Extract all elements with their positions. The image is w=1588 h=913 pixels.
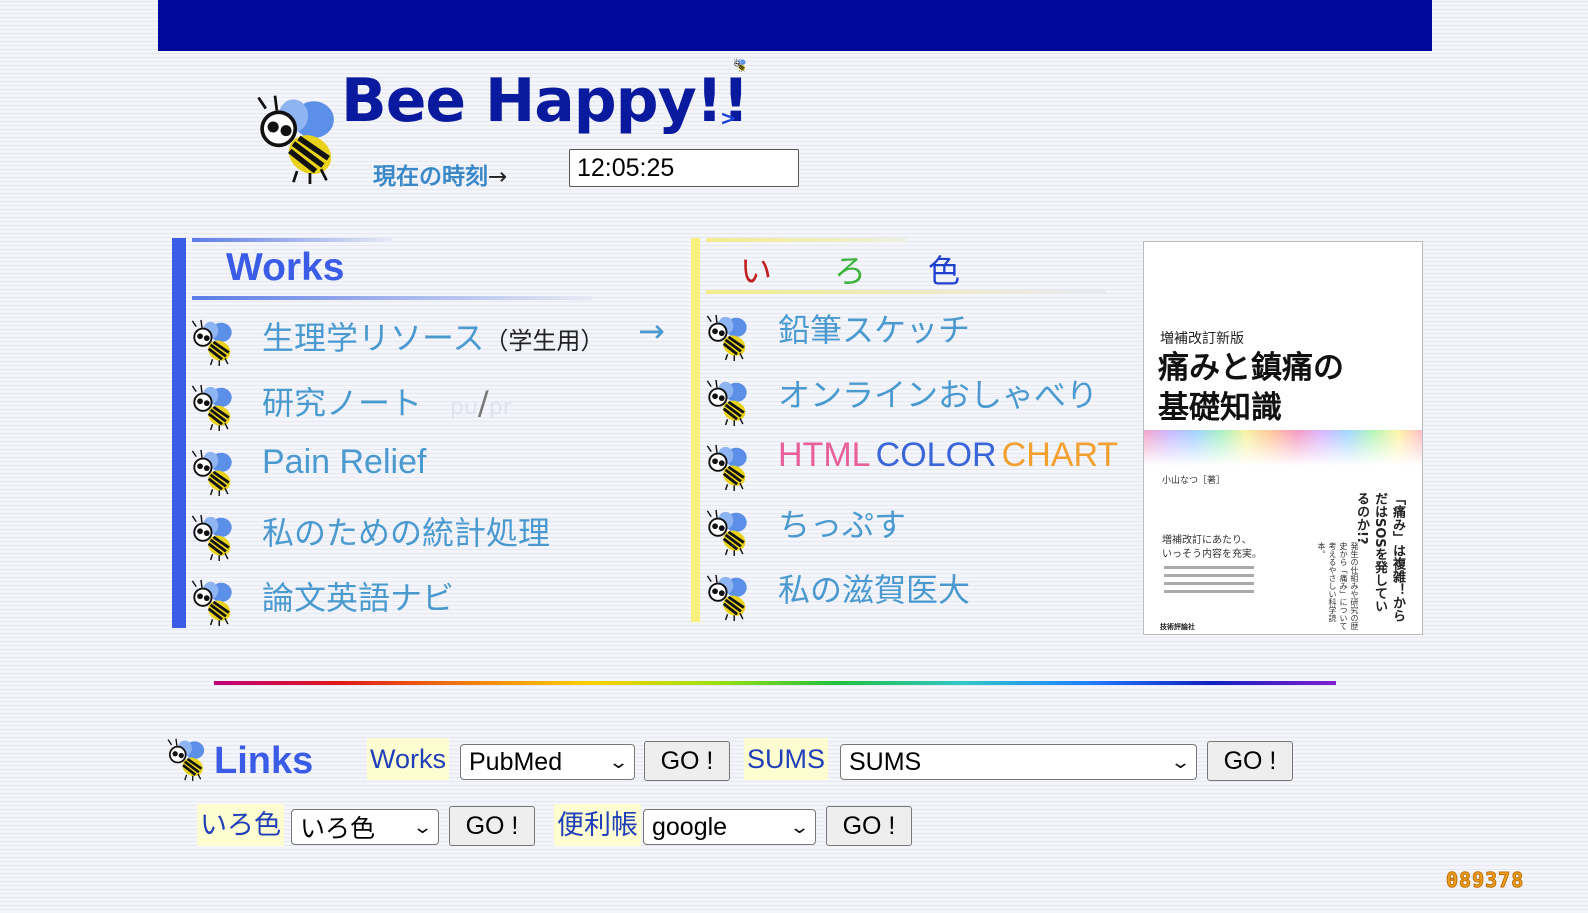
bee-icon bbox=[190, 383, 236, 431]
bee-icon bbox=[705, 508, 751, 556]
sums-select[interactable]: SUMS ⌄ bbox=[840, 744, 1197, 780]
bee-icon bbox=[705, 573, 751, 621]
iro-divider-bottom bbox=[706, 290, 1106, 294]
iro-divider-top bbox=[706, 238, 906, 242]
works-heading: Works bbox=[226, 246, 345, 289]
bee-icon bbox=[190, 578, 236, 626]
bee-icon bbox=[705, 378, 751, 426]
current-time-label: 現在の時刻→ bbox=[373, 164, 508, 190]
bee-icon bbox=[190, 448, 236, 496]
site-title: Bee Happy!! bbox=[341, 66, 749, 136]
works-arrow-link[interactable]: → bbox=[638, 312, 665, 350]
book-title: 痛みと鎮痛の 基礎知識 bbox=[1158, 350, 1344, 426]
book-cover-link[interactable]: 増補改訂新版 痛みと鎮痛の 基礎知識 小山なつ［著］ 増補改訂にあたり、 いっそう内… bbox=[1143, 241, 1423, 635]
pu-pr-link[interactable]: pu/pr bbox=[450, 384, 512, 422]
book-vertical-catch: 「痛み」は複雑！からだはSOSを発しているのか!? bbox=[1354, 492, 1405, 622]
benricho-chip: 便利帳 bbox=[554, 804, 641, 846]
book-bullet-lines bbox=[1164, 566, 1254, 598]
works-chip: Works bbox=[367, 738, 450, 780]
rainbow-divider bbox=[214, 681, 1336, 685]
iro-item-html-color-chart[interactable]: HTML COLOR CHART bbox=[778, 436, 1118, 475]
works-sidebar-bar bbox=[172, 238, 186, 628]
chevron-down-icon: ⌄ bbox=[411, 816, 434, 837]
bee-icon bbox=[190, 513, 236, 561]
works-divider-bottom bbox=[192, 296, 592, 300]
time-arrow-icon: → bbox=[488, 164, 508, 190]
chevron-down-icon: ⌄ bbox=[788, 816, 811, 837]
title-arrow-link[interactable]: > bbox=[720, 106, 737, 130]
works-divider-top bbox=[192, 238, 392, 242]
book-publisher: 技術評論社 bbox=[1160, 623, 1195, 631]
top-banner bbox=[158, 0, 1432, 51]
works-select[interactable]: PubMed ⌄ bbox=[460, 744, 635, 780]
bee-icon bbox=[190, 318, 236, 366]
chevron-down-icon: ⌄ bbox=[1169, 751, 1192, 772]
visitor-counter: 089378 bbox=[1445, 868, 1525, 893]
works-item-pain-relief[interactable]: Pain Relief bbox=[262, 443, 426, 482]
iroiro-select[interactable]: いろ色 ⌄ bbox=[291, 809, 439, 845]
iro-item-online-chat[interactable]: オンラインおしゃべり bbox=[778, 370, 1098, 416]
works-item-english-navi[interactable]: 論文英語ナビ bbox=[262, 573, 454, 619]
bee-icon bbox=[705, 443, 751, 491]
logo-bee-icon bbox=[256, 92, 340, 184]
clock-field[interactable]: 12:05:25 bbox=[569, 149, 799, 187]
links-bee-icon bbox=[166, 737, 208, 781]
sums-chip: SUMS bbox=[744, 738, 829, 780]
book-vertical-desc: 発生の仕組みや研究の歴史から「痛み」について考えるやさしい科学読本。 bbox=[1317, 542, 1359, 630]
iroiro-go-button[interactable]: GO ! bbox=[449, 806, 535, 846]
iro-item-pencil-sketch[interactable]: 鉛筆スケッチ bbox=[778, 305, 970, 351]
book-tagline: 増補改訂にあたり、 いっそう内容を充実。 bbox=[1162, 535, 1262, 560]
works-item-physiology[interactable]: 生理学リソース（学生用） bbox=[262, 313, 604, 359]
works-item-research-notes[interactable]: 研究ノート bbox=[262, 378, 422, 424]
benricho-select[interactable]: google ⌄ bbox=[643, 809, 816, 845]
links-heading: Links bbox=[214, 740, 314, 782]
bee-icon bbox=[705, 313, 751, 361]
chevron-down-icon: ⌄ bbox=[607, 751, 630, 772]
book-subtitle: 増補改訂新版 bbox=[1160, 331, 1244, 347]
iro-heading: いろ色 bbox=[740, 252, 961, 290]
works-go-button[interactable]: GO ! bbox=[644, 741, 730, 781]
iro-item-tips[interactable]: ちっぷす bbox=[778, 500, 906, 546]
iroiro-chip: いろ色 bbox=[197, 804, 284, 846]
book-rainbow-band bbox=[1144, 430, 1422, 466]
sums-go-button[interactable]: GO ! bbox=[1207, 741, 1293, 781]
iro-item-shiga-med[interactable]: 私の滋賀医大 bbox=[778, 565, 970, 611]
book-author: 小山なつ［著］ bbox=[1162, 476, 1226, 486]
benricho-go-button[interactable]: GO ! bbox=[826, 806, 912, 846]
iro-sidebar-bar bbox=[691, 238, 700, 622]
works-item-statistics[interactable]: 私のための統計処理 bbox=[262, 508, 550, 554]
